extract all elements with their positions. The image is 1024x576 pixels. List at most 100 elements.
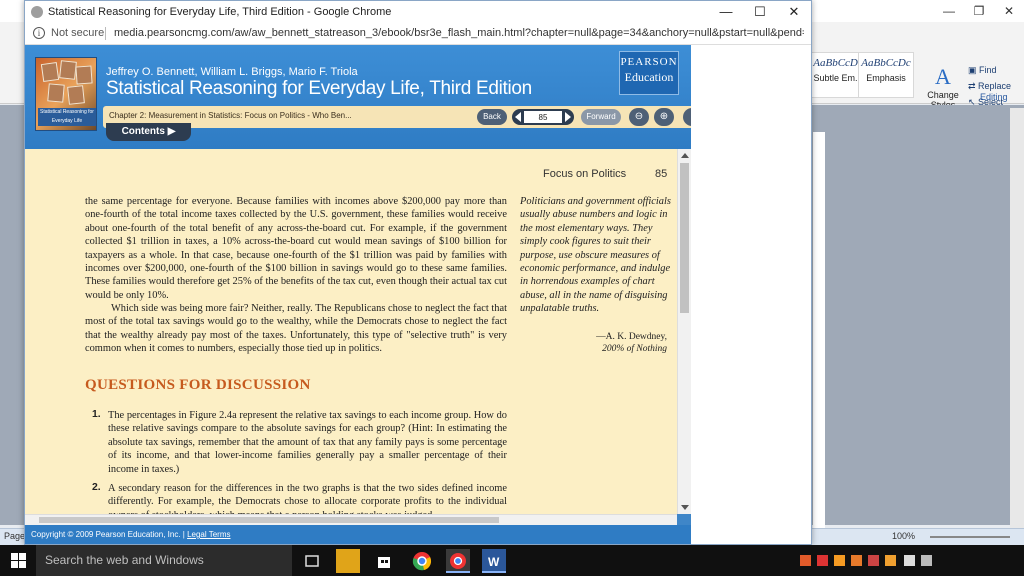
scroll-thumb[interactable] [680, 163, 689, 313]
tray-app-icon[interactable] [817, 555, 828, 566]
style-name: Emphasis [866, 73, 906, 83]
zoom-in-icon[interactable]: ⊕ [654, 108, 674, 126]
windows-taskbar: Search the web and Windows W [0, 545, 1024, 576]
next-page-icon[interactable] [565, 112, 571, 122]
quote-author: —A. K. Dewdney, [596, 332, 667, 342]
divider [105, 27, 106, 40]
zoom-out-icon[interactable]: ⊖ [629, 108, 649, 126]
logo-line1: PEARSON [620, 56, 678, 68]
book-title: Statistical Reasoning for Everyday Life,… [106, 78, 532, 99]
change-styles-button[interactable]: A Change Styles [924, 64, 962, 110]
find-label: Find [979, 65, 997, 75]
question-text: A secondary reason for the differences i… [108, 483, 507, 514]
tray-app-icon[interactable] [800, 555, 811, 566]
window-title: Statistical Reasoning for Everyday Life,… [48, 6, 392, 18]
tray-app-icon[interactable] [851, 555, 862, 566]
close-icon[interactable]: ✕ [777, 1, 811, 23]
chrome-window-buttons: — ☐ ✕ [709, 1, 811, 23]
page-indicator[interactable]: Page [4, 531, 25, 541]
cover-photo [59, 60, 77, 80]
tray-app-icon[interactable] [921, 555, 932, 566]
blank-area [691, 45, 811, 544]
scroll-up-icon[interactable] [681, 153, 689, 158]
scroll-thumb[interactable] [39, 517, 499, 523]
forward-button[interactable]: Forward [581, 109, 621, 125]
tray-app-icon[interactable] [904, 555, 915, 566]
ebook-header: Statistical Reasoning for Everyday Life … [25, 45, 707, 149]
section-heading: QUESTIONS FOR DISCUSSION [85, 377, 311, 393]
logo-line2: Education [624, 70, 674, 84]
style-name: Subtle Em... [813, 73, 863, 83]
minimize-icon[interactable]: — [934, 0, 964, 22]
page-content: Statistical Reasoning for Everyday Life … [25, 45, 811, 544]
ebook-footer: Copyright © 2009 Pearson Education, Inc.… [25, 525, 691, 544]
file-explorer-icon[interactable] [336, 549, 360, 573]
find-button[interactable]: ▣ Find [968, 62, 1011, 78]
chrome-active-window-icon[interactable] [446, 549, 470, 573]
svg-text:W: W [488, 555, 500, 569]
windows-logo-icon [11, 553, 18, 560]
system-tray [800, 553, 1000, 569]
body-paragraph: the same percentage for everyone. Becaus… [85, 196, 507, 301]
cover-photo [40, 61, 60, 83]
replace-icon: ⇄ [968, 81, 979, 91]
zoom-level[interactable]: 100% [892, 531, 915, 541]
tray-app-icon[interactable] [868, 555, 879, 566]
close-icon[interactable]: ✕ [994, 0, 1024, 22]
question-number: 2. [92, 482, 101, 493]
previous-page-icon[interactable] [515, 112, 521, 122]
change-styles-icon: A [935, 64, 951, 89]
chrome-icon [31, 6, 43, 18]
url-text[interactable]: media.pearsoncmg.com/aw/aw_bennett_statr… [114, 27, 804, 39]
task-view-icon[interactable] [300, 549, 324, 573]
word-page [813, 132, 825, 532]
info-icon[interactable]: i [33, 27, 45, 39]
contents-button[interactable]: Contents ▶ [106, 123, 191, 141]
security-status[interactable]: Not secure [51, 27, 104, 39]
scroll-down-icon[interactable] [681, 505, 689, 510]
binoculars-icon: ▣ [968, 65, 980, 75]
navigation-bar: Chapter 2: Measurement in Statistics: Fo… [103, 106, 707, 128]
ebook-reader: Statistical Reasoning for Everyday Life … [25, 45, 707, 544]
contents-label: Contents [121, 126, 165, 137]
copyright-text: Copyright © 2009 Pearson Education, Inc. [31, 530, 181, 539]
reader-horizontal-scrollbar[interactable] [25, 514, 677, 525]
style-emphasis[interactable]: AaBbCcDc Emphasis [858, 52, 914, 98]
address-bar[interactable]: i Not secure media.pearsoncmg.com/aw/aw_… [25, 23, 811, 45]
windows-logo-icon [11, 561, 18, 568]
legal-terms-link[interactable]: Legal Terms [187, 530, 230, 539]
question-number: 1. [92, 409, 101, 420]
play-icon: ▶ [167, 126, 176, 137]
zoom-slider[interactable] [930, 536, 1010, 538]
restore-icon[interactable]: ❐ [964, 0, 994, 22]
cover-photo [47, 83, 65, 103]
replace-label: Replace [978, 81, 1012, 91]
style-preview: AaBbCcDc [813, 57, 863, 69]
chrome-window: Statistical Reasoning for Everyday Life,… [24, 0, 812, 545]
word-taskbar-icon[interactable]: W [482, 549, 506, 573]
book-cover-thumbnail: Statistical Reasoning for Everyday Life [35, 57, 97, 131]
tray-app-icon[interactable] [834, 555, 845, 566]
word-vertical-scrollbar[interactable] [1010, 108, 1024, 528]
chrome-titlebar: Statistical Reasoning for Everyday Life,… [25, 1, 811, 23]
maximize-icon[interactable]: ☐ [743, 1, 777, 23]
chapter-breadcrumb: Chapter 2: Measurement in Statistics: Fo… [109, 111, 352, 120]
store-icon[interactable] [372, 549, 396, 573]
chrome-taskbar-icon[interactable] [410, 549, 434, 573]
word-window-buttons: — ❐ ✕ [934, 0, 1024, 22]
cover-photo [67, 85, 85, 105]
taskbar-search[interactable]: Search the web and Windows [36, 545, 292, 576]
pearson-logo: PEARSON Education [619, 51, 679, 95]
cover-photo [75, 65, 93, 85]
page-number-input[interactable] [524, 111, 562, 123]
reader-vertical-scrollbar[interactable] [677, 149, 691, 514]
minimize-icon[interactable]: — [709, 1, 743, 23]
book-authors: Jeffrey O. Bennett, William L. Briggs, M… [106, 66, 358, 78]
book-page: Focus on Politics 85 the same percentage… [25, 149, 677, 514]
windows-start-button[interactable] [0, 545, 36, 576]
windows-logo-icon [19, 561, 26, 568]
back-button[interactable]: Back [477, 109, 507, 125]
cover-title: Statistical Reasoning for Everyday Life [38, 108, 96, 126]
question-text: The percentages in Figure 2.4a represent… [108, 410, 507, 475]
tray-app-icon[interactable] [885, 555, 896, 566]
